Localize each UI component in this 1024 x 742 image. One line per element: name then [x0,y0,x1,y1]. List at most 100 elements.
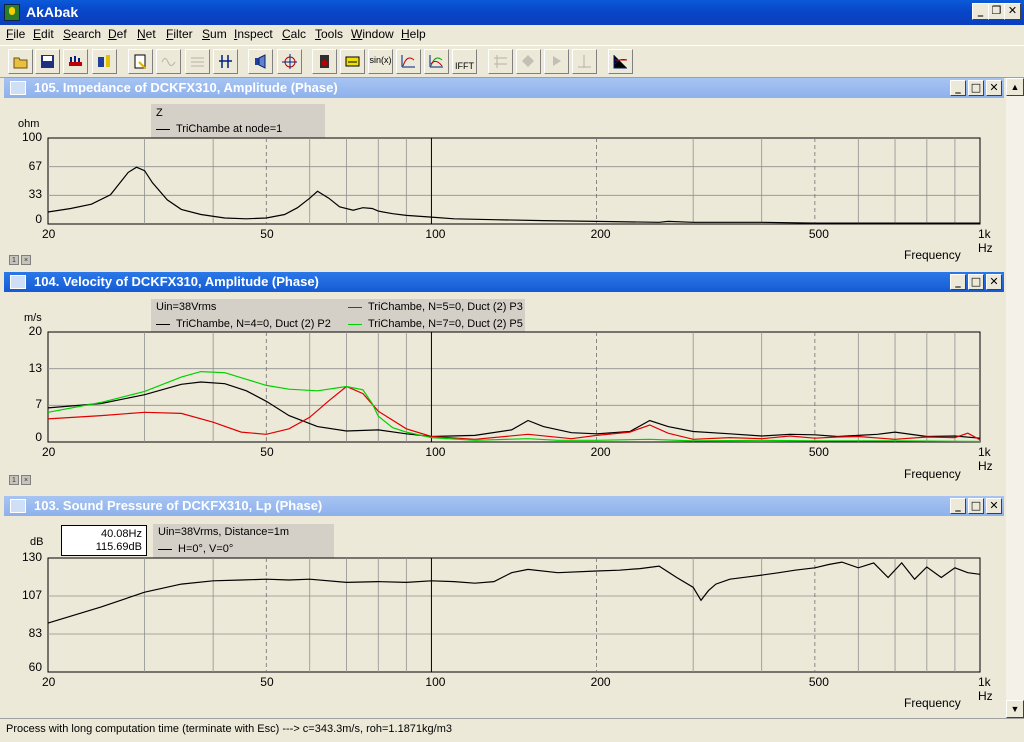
plot-titlebar[interactable]: 103. Sound Pressure of DCKFX310, Lp (Pha… [4,496,1004,516]
curve-multi-button[interactable] [424,49,449,74]
plot-legend: Uin=38Vrms, Distance=1m H=0°, V=0° [153,524,334,558]
curve-icon [401,55,415,68]
plot-titlebar[interactable]: 105. Impedance of DCKFX310, Amplitude (P… [4,78,1004,98]
menu-file[interactable]: File [6,27,25,41]
wave-disabled-icon [161,58,176,66]
plot-maximize-button[interactable]: □ [968,274,984,290]
plot-close-button[interactable]: ✕ [986,80,1002,96]
x-tick-label: 20 [42,675,56,689]
plot-window-velocity[interactable]: 104. Velocity of DCKFX310, Amplitude (Ph… [4,272,1004,490]
speaker-button[interactable] [248,49,273,74]
close-button[interactable]: ✕ [1004,3,1021,20]
legend-entry: TriChambe at node=1 [156,123,282,135]
open-folder-icon [13,57,28,69]
menu-search[interactable]: Search [63,27,101,41]
scale-button[interactable]: 1 [9,475,19,485]
scale-alt-button[interactable]: × [21,475,31,485]
x-tick-label: 200 [590,445,611,459]
y-tick-label: 0 [35,430,42,444]
zoom-button[interactable] [516,49,541,74]
plot-window-sound-pressure[interactable]: 103. Sound Pressure of DCKFX310, Lp (Pha… [4,496,1004,716]
status-text: Process with long computation time (term… [6,723,452,735]
menu-help[interactable]: Help [401,27,426,41]
y-tick-label: 130 [21,550,42,564]
scroll-down-button[interactable]: ▼ [1006,700,1024,718]
legend-header: Uin=38Vrms, Distance=1m [158,526,290,538]
plot-titlebar[interactable]: 104. Velocity of DCKFX310, Amplitude (Ph… [4,272,1004,292]
wave-button[interactable] [156,49,181,74]
grid-disabled-icon [191,57,204,67]
vertical-scrollbar[interactable]: ▲ ▼ [1006,78,1024,718]
plot-window-icon[interactable] [10,81,26,95]
plot-area[interactable] [47,557,981,673]
sin-button[interactable]: sin(x) [368,49,393,74]
plot-minimize-button[interactable]: _ [950,80,966,96]
range-button[interactable] [213,49,238,74]
menu-calc[interactable]: Calc [282,27,306,41]
open-button[interactable] [8,49,33,74]
x-tick-label: 20 [42,445,56,459]
scale-alt-button[interactable]: × [21,255,31,265]
menu-sum[interactable]: Sum [202,27,227,41]
y-tick-label: 33 [28,187,42,202]
plot-maximize-button[interactable]: □ [968,80,984,96]
scale-button[interactable]: 1 [9,255,19,265]
plot-minimize-button[interactable]: _ [950,498,966,514]
driver-icon [320,55,329,68]
save-button[interactable] [35,49,60,74]
curve-button[interactable] [396,49,421,74]
x-tick-label: 200 [590,227,611,241]
plot-frame [47,557,981,673]
x-axis-label: Frequency [904,696,961,710]
legend-label: H=0°, V=0° [178,543,234,555]
chart-button[interactable] [608,49,633,74]
node-target-button[interactable] [277,49,302,74]
plot-minimize-button[interactable]: _ [950,274,966,290]
menu-def[interactable]: Def [108,27,127,41]
plot-close-button[interactable]: ✕ [986,274,1002,290]
plot-legend: Uin=38Vrms TriChambe, N=4=0, Duct (2) P2… [151,299,525,333]
ifft-button[interactable]: IFFT [452,49,477,74]
menu-net[interactable]: Net [137,27,156,41]
x-tick-label: 100 [425,227,446,241]
network-button[interactable] [63,49,88,74]
plot-window-impedance[interactable]: 105. Impedance of DCKFX310, Amplitude (P… [4,78,1004,268]
filter-button[interactable] [340,49,365,74]
pan-button[interactable] [488,49,513,74]
plot-close-button[interactable]: ✕ [986,498,1002,514]
compile-button[interactable] [92,49,117,74]
plot-maximize-button[interactable]: □ [968,498,984,514]
measure-disabled-icon [578,55,591,68]
y-tick-label: 7 [35,397,42,412]
y-tick-label: 67 [28,158,42,173]
y-tick-label: 0 [35,212,42,226]
menu-edit[interactable]: Edit [33,27,54,41]
page-button[interactable] [128,49,153,74]
plot-window-icon[interactable] [10,275,26,289]
plot-area[interactable] [47,331,981,443]
menu-window[interactable]: Window [351,27,394,41]
x-tick-label: 200 [590,675,611,689]
plot-title: 104. Velocity of DCKFX310, Amplitude (Ph… [34,274,319,289]
curve-multi-icon [429,55,443,68]
menu-inspect[interactable]: Inspect [234,27,273,41]
akabak-app-icon[interactable] [4,4,20,21]
menu-tools[interactable]: Tools [315,27,343,41]
grid-button[interactable] [185,49,210,74]
page-icon [134,54,146,69]
plot-area[interactable] [47,137,981,225]
x-axis-label: Frequency [904,467,961,481]
measure-button[interactable] [572,49,597,74]
scroll-up-button[interactable]: ▲ [1006,78,1024,96]
minimize-button[interactable]: _ [972,3,989,20]
restore-button[interactable]: ❐ [988,3,1005,20]
plot-window-icon[interactable] [10,499,26,513]
driver-button[interactable] [312,49,337,74]
zoom-in-button[interactable] [544,49,569,74]
plot-title: 105. Impedance of DCKFX310, Amplitude (P… [34,80,338,95]
title-bar[interactable]: AkAbak _ ❐ ✕ [0,0,1024,25]
menu-filter[interactable]: Filter [166,27,193,41]
legend-swatch [156,128,170,130]
ifft-icon: IFFT [455,61,474,71]
legend-header: Uin=38Vrms [156,301,217,313]
